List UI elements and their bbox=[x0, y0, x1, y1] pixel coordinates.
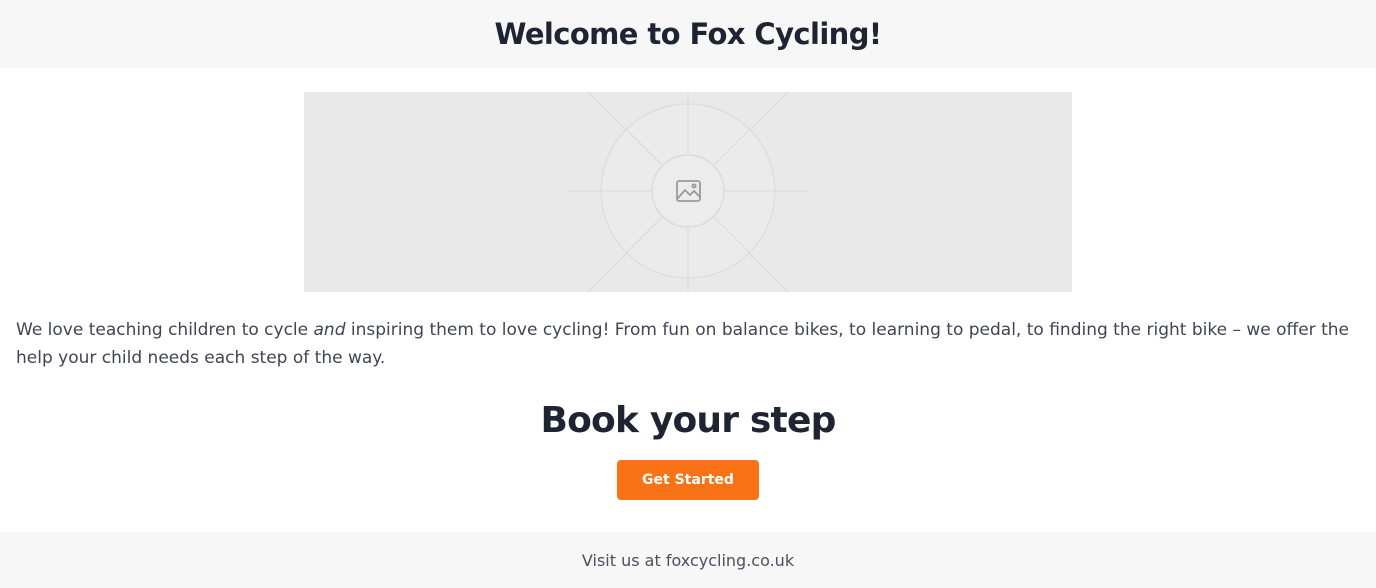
intro-text-start: We love teaching children to cycle bbox=[16, 320, 314, 340]
placeholder-graphic bbox=[304, 92, 1072, 292]
get-started-button[interactable]: Get Started bbox=[617, 460, 759, 500]
booking-heading: Book your step bbox=[540, 400, 836, 441]
page-footer: Visit us at foxcycling.co.uk bbox=[0, 532, 1376, 588]
hero-image-placeholder bbox=[304, 92, 1072, 292]
intro-paragraph: We love teaching children to cycle and i… bbox=[16, 316, 1360, 372]
footer-text: Visit us at foxcycling.co.uk bbox=[581, 550, 795, 570]
intro-text-emphasis: and bbox=[313, 320, 346, 340]
page-title: Welcome to Fox Cycling! bbox=[494, 17, 883, 51]
page-header: Welcome to Fox Cycling! bbox=[0, 0, 1376, 68]
